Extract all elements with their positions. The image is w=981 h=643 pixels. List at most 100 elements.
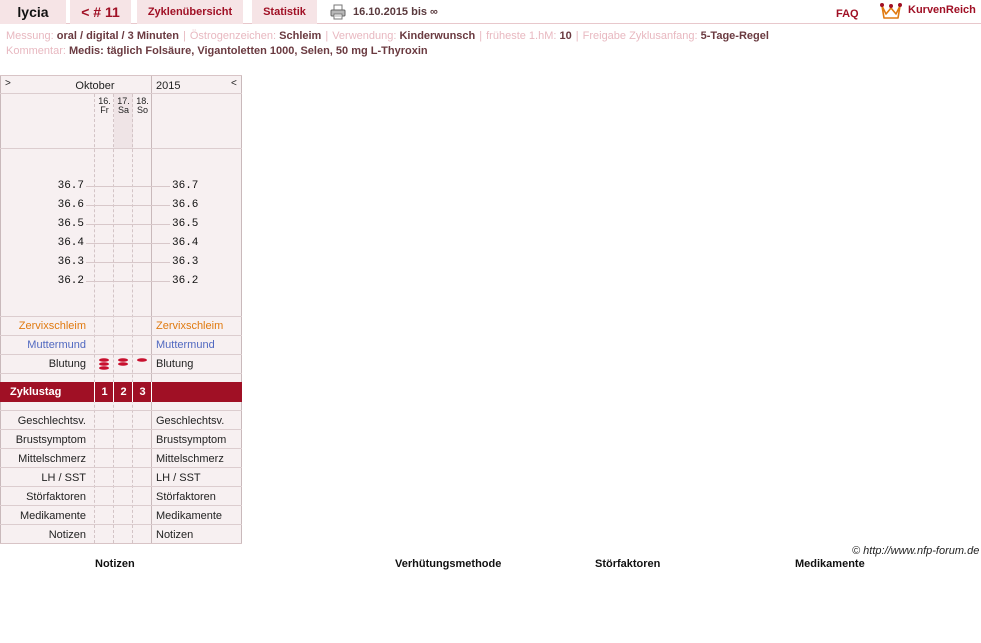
bleeding-medium-icon[interactable] bbox=[116, 357, 130, 371]
mittelschmerz-label: Mittelschmerz bbox=[18, 453, 86, 465]
temp-label-left: 36.5 bbox=[57, 218, 84, 230]
lh-sst-label-right: LH / SST bbox=[156, 472, 201, 484]
comment-line: Kommentar: Medis: täglich Folsäure, Viga… bbox=[6, 44, 428, 58]
cycle-overview-tab[interactable]: Zyklenübersicht bbox=[137, 0, 243, 24]
faq-link[interactable]: FAQ bbox=[836, 4, 859, 24]
weekday: So bbox=[136, 105, 148, 115]
chart-border-left bbox=[0, 76, 1, 543]
row-divider bbox=[0, 505, 242, 506]
temp-label-right: 36.5 bbox=[172, 218, 199, 230]
cycle-settings-line: Messung: oral / digital / 3 Minuten | Östr… bbox=[6, 30, 769, 42]
bleeding-light-icon[interactable] bbox=[135, 357, 149, 371]
next-cycle-button[interactable]: < bbox=[231, 78, 237, 89]
day-header-17[interactable]: 17. Sa bbox=[114, 97, 133, 115]
temp-label-right: 36.2 bbox=[172, 275, 199, 287]
chart-divider-right bbox=[151, 76, 152, 543]
kommentar-value: Medis: täglich Folsäure, Vigantoletten 1… bbox=[68, 45, 428, 57]
brustsymptom-label-right: Brustsymptom bbox=[156, 434, 227, 446]
row-divider bbox=[0, 448, 242, 449]
day-grid-line bbox=[132, 94, 133, 543]
zyklustag-day: 3 bbox=[139, 386, 146, 398]
muttermund-label-right: Muttermund bbox=[156, 339, 215, 351]
brustsymptom-label: Brustsymptom bbox=[15, 434, 86, 446]
statistics-tab[interactable]: Statistik bbox=[252, 0, 317, 24]
row-divider bbox=[0, 354, 242, 355]
year-label: 2015 bbox=[156, 80, 181, 92]
weekday: Sa bbox=[117, 105, 129, 115]
zyklustag-separator bbox=[151, 382, 152, 402]
zervixschleim-label-right: Zervixschleim bbox=[156, 320, 224, 332]
weekday: Fr bbox=[100, 105, 109, 115]
stoerfaktoren-label-right: Störfaktoren bbox=[156, 491, 216, 503]
month-label: Oktober bbox=[75, 80, 115, 92]
cycle-number-tab[interactable]: < # 11 bbox=[70, 0, 131, 24]
temp-grid-line bbox=[86, 186, 170, 187]
cycle-chart: > Oktober 2015 < 16. Fr 17. Sa 18. So 36… bbox=[0, 75, 242, 544]
day-grid-line bbox=[94, 94, 95, 543]
verwendung-value: Kinderwunsch bbox=[399, 30, 476, 42]
row-divider bbox=[0, 373, 242, 374]
hm-value: 10 bbox=[559, 30, 572, 42]
stoerfaktoren-heading: Störfaktoren bbox=[595, 558, 661, 570]
temp-label-right: 36.7 bbox=[172, 180, 199, 192]
row-divider bbox=[0, 316, 242, 317]
row-divider bbox=[0, 410, 242, 411]
verwendung-label: Verwendung: bbox=[332, 30, 397, 42]
username-tab[interactable]: lycia bbox=[0, 0, 66, 24]
notizen-label: Notizen bbox=[48, 529, 86, 541]
blutung-label-right: Blutung bbox=[156, 358, 194, 370]
zyklustag-day: 1 bbox=[101, 386, 108, 398]
day-header-16[interactable]: 16. Fr bbox=[95, 97, 114, 115]
verhuetungsmethode-heading: Verhütungsmethode bbox=[395, 558, 502, 570]
temp-label-right: 36.3 bbox=[172, 256, 199, 268]
crown-icon[interactable] bbox=[880, 2, 902, 20]
freigabe-label: Freigabe Zyklusanfang: bbox=[582, 30, 698, 42]
date-range: 16.10.2015 bis ∞ bbox=[353, 6, 438, 18]
temp-label-right: 36.6 bbox=[172, 199, 199, 211]
zervixschleim-label: Zervixschleim bbox=[18, 320, 86, 332]
row-divider bbox=[0, 335, 242, 336]
temp-grid-line bbox=[86, 224, 170, 225]
temp-label-left: 36.3 bbox=[57, 256, 84, 268]
hm-label: früheste 1.hM: bbox=[486, 30, 557, 42]
temp-label-left: 36.2 bbox=[57, 275, 84, 287]
day-header-18[interactable]: 18. So bbox=[133, 97, 152, 115]
medikamente-label-right: Medikamente bbox=[156, 510, 223, 522]
header-divider bbox=[0, 93, 242, 94]
zyklustag-day: 2 bbox=[120, 386, 127, 398]
geschlechtsverkehr-label: Geschlechtsv. bbox=[17, 415, 86, 427]
medikamente-heading: Medikamente bbox=[795, 558, 865, 570]
oestrogen-label: Östrogenzeichen: bbox=[189, 30, 277, 42]
medikamente-label: Medikamente bbox=[19, 510, 86, 522]
chart-border-right bbox=[241, 76, 242, 543]
temp-grid-line bbox=[86, 205, 170, 206]
temp-grid-line bbox=[86, 262, 170, 263]
temp-area-top-border bbox=[0, 148, 242, 149]
notizen-label-right: Notizen bbox=[156, 529, 194, 541]
zyklustag-label: Zyklustag bbox=[10, 386, 62, 398]
row-divider bbox=[0, 486, 242, 487]
temp-label-left: 36.6 bbox=[57, 199, 84, 211]
blutung-label: Blutung bbox=[48, 358, 86, 370]
copyright-link[interactable]: © http://www.nfp-forum.de bbox=[852, 545, 979, 557]
mittelschmerz-label-right: Mittelschmerz bbox=[156, 453, 224, 465]
oestrogen-value: Schleim bbox=[279, 30, 322, 42]
temp-label-right: 36.4 bbox=[172, 237, 199, 249]
stoerfaktoren-label: Störfaktoren bbox=[26, 491, 86, 503]
row-divider bbox=[0, 467, 242, 468]
notizen-heading: Notizen bbox=[95, 558, 135, 570]
freigabe-value: 5-Tage-Regel bbox=[700, 30, 769, 42]
row-divider bbox=[0, 524, 242, 525]
messung-value: oral / digital / 3 Minuten bbox=[56, 30, 179, 42]
zyklustag-row: Zyklustag 1 2 3 bbox=[0, 382, 242, 402]
bleeding-heavy-icon[interactable] bbox=[97, 357, 111, 371]
muttermund-label: Muttermund bbox=[27, 339, 86, 351]
row-divider bbox=[0, 429, 242, 430]
day-grid-line bbox=[113, 94, 114, 543]
temp-label-left: 36.7 bbox=[57, 180, 84, 192]
kurvenreich-logo-text[interactable]: KurvenReich bbox=[908, 0, 976, 20]
previous-cycle-button[interactable]: > bbox=[5, 78, 11, 89]
temp-grid-line bbox=[86, 281, 170, 282]
geschlechtsverkehr-label-right: Geschlechtsv. bbox=[156, 415, 225, 427]
printer-icon[interactable] bbox=[330, 4, 346, 20]
